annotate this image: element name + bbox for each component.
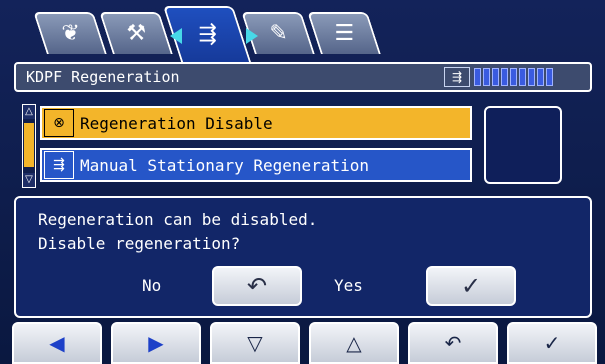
regeneration-disable-icon: ⊗ [44, 109, 74, 137]
dpf-status-indicator: ⇶ [444, 66, 584, 88]
right-arrow-icon: ▶ [148, 331, 164, 355]
level-bar-segment [537, 68, 544, 86]
dpf-status-icon: ⇶ [444, 67, 470, 87]
return-icon: ↶ [246, 272, 268, 300]
yes-button[interactable]: ✓ [426, 266, 516, 306]
dialog-message-line-2: Disable regeneration? [38, 234, 241, 253]
down-button[interactable]: ▽ [210, 322, 300, 364]
level-bar-segment [546, 68, 553, 86]
leaf-icon: ❦ [61, 21, 80, 46]
down-arrow-icon: ▽ [247, 331, 263, 355]
level-bar-segment [501, 68, 508, 86]
yes-label: Yes [334, 276, 363, 295]
tab-right-arrow-icon[interactable] [246, 28, 258, 44]
book-icon: ✎ [269, 21, 288, 46]
left-arrow-icon: ◀ [49, 331, 65, 355]
level-bar-segment [519, 68, 526, 86]
tab-service[interactable]: ⚒ [99, 12, 173, 54]
manual-regeneration-icon: ⇶ [44, 151, 74, 179]
scroll-thumb[interactable] [24, 123, 34, 167]
dpf-exhaust-icon: ⇶ [198, 22, 217, 47]
service-tool-icon: ⚒ [126, 21, 147, 46]
dialog-message-line-1: Regeneration can be disabled. [38, 210, 318, 229]
list-item-label: Manual Stationary Regeneration [80, 155, 369, 175]
tab-energy-saving[interactable]: ❦ [33, 12, 107, 54]
level-bar-segment [492, 68, 499, 86]
tab-left-arrow-icon[interactable] [170, 28, 182, 44]
up-button[interactable]: △ [309, 322, 399, 364]
item-preview-box [484, 106, 562, 184]
screen-header: KDPF Regeneration ⇶ [14, 62, 592, 92]
checkmark-icon: ✓ [543, 331, 561, 355]
dpf-level-bar [474, 68, 555, 86]
list-item-label: Regeneration Disable [80, 113, 273, 133]
page-title: KDPF Regeneration [26, 68, 180, 86]
return-icon: ↶ [444, 331, 462, 355]
scroll-down-icon[interactable]: ▽ [23, 173, 35, 187]
scroll-up-icon[interactable]: △ [23, 105, 35, 119]
right-button[interactable]: ▶ [111, 322, 201, 364]
up-arrow-icon: △ [346, 331, 362, 355]
level-bar-segment [528, 68, 535, 86]
list-item-manual-regeneration[interactable]: ⇶ Manual Stationary Regeneration [40, 148, 472, 182]
list-scrollbar[interactable]: △ ▽ [22, 104, 36, 188]
checkmark-icon: ✓ [460, 272, 482, 300]
left-button[interactable]: ◀ [12, 322, 102, 364]
list-icon: ☰ [334, 21, 355, 46]
tab-strip: ❦ ⚒ ⇶ ✎ ☰ [0, 0, 605, 62]
level-bar-segment [483, 68, 490, 86]
level-bar-segment [474, 68, 481, 86]
level-bar-segment [510, 68, 517, 86]
return-button[interactable]: ↶ [408, 322, 498, 364]
list-item-regeneration-disable[interactable]: ⊗ Regeneration Disable [40, 106, 472, 140]
monitor-screen: ❦ ⚒ ⇶ ✎ ☰ KDPF Regeneration ⇶ △ ▽ ⊗ Rege… [0, 0, 605, 364]
confirm-dialog: Regeneration can be disabled. Disable re… [14, 196, 592, 318]
no-label: No [142, 276, 162, 295]
tab-menu[interactable]: ☰ [307, 12, 381, 54]
enter-button[interactable]: ✓ [507, 322, 597, 364]
no-button[interactable]: ↶ [212, 266, 302, 306]
